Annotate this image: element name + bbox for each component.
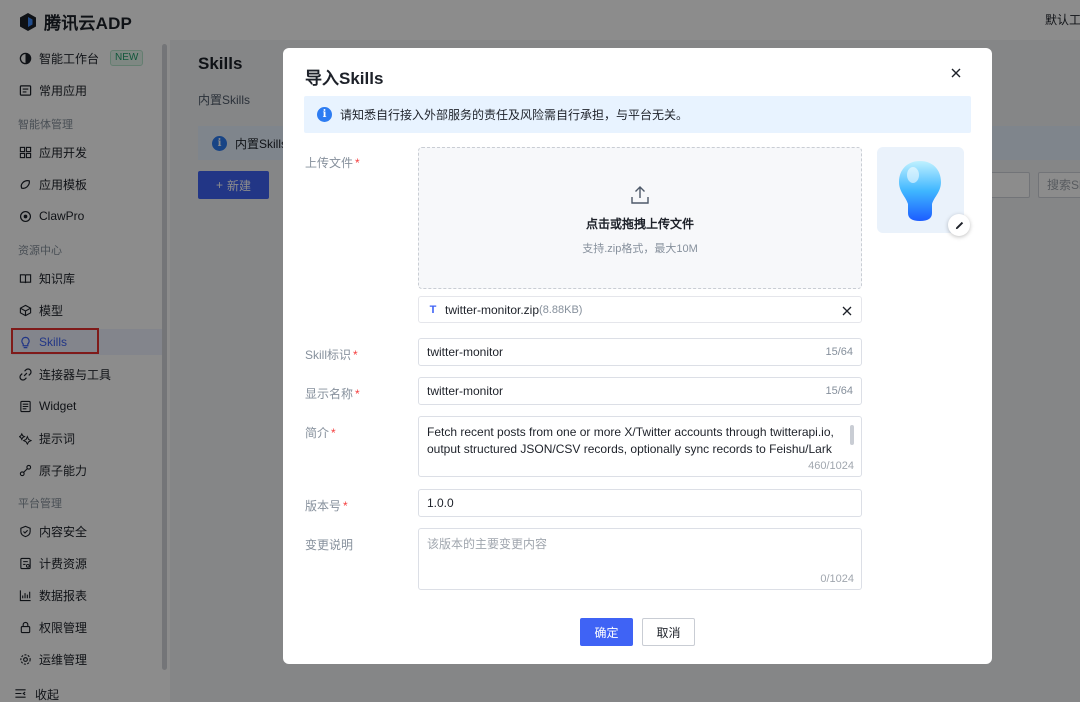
skill-id-label: Skill标识 * bbox=[305, 348, 358, 362]
pencil-icon bbox=[955, 221, 963, 229]
skill-id-input[interactable]: twitter-monitor 15/64 bbox=[418, 338, 862, 366]
edit-avatar-button[interactable] bbox=[948, 214, 970, 236]
changelog-label: 变更说明 bbox=[305, 538, 354, 552]
uploaded-file: T twitter-monitor.zip (8.88KB) bbox=[418, 296, 862, 323]
changelog-textarea[interactable]: 该版本的主要变更内容 0/1024 bbox=[418, 528, 862, 590]
changelog-counter: 0/1024 bbox=[820, 573, 854, 585]
upload-main-text: 点击或拖拽上传文件 bbox=[585, 217, 694, 231]
intro-label: 简介 * bbox=[305, 426, 336, 440]
upload-dropzone[interactable]: 点击或拖拽上传文件 支持.zip格式，最大10M bbox=[418, 147, 862, 289]
upload-label: 上传文件 * bbox=[305, 156, 360, 170]
remove-file-icon[interactable] bbox=[842, 305, 852, 316]
version-input[interactable]: 1.0.0 bbox=[418, 489, 862, 517]
file-size: (8.88KB) bbox=[539, 303, 583, 316]
file-type-icon: T bbox=[429, 303, 437, 316]
info-icon: i bbox=[317, 107, 332, 122]
confirm-button[interactable]: 确定 bbox=[580, 618, 633, 646]
disclaimer-alert: i 请知悉自行接入外部服务的责任及风险需自行承担，与平台无关。 bbox=[304, 96, 971, 133]
intro-scrollbar[interactable] bbox=[850, 425, 854, 445]
upload-hint-text: 支持.zip格式，最大10M bbox=[582, 243, 698, 255]
cancel-button[interactable]: 取消 bbox=[642, 618, 695, 646]
upload-icon bbox=[629, 184, 651, 206]
dialog-title: 导入Skills bbox=[305, 69, 384, 88]
close-icon[interactable] bbox=[948, 65, 964, 81]
file-name: twitter-monitor.zip bbox=[445, 302, 540, 317]
display-name-label: 显示名称 * bbox=[305, 387, 360, 401]
intro-text: Fetch recent posts from one or more X/Tw… bbox=[427, 425, 834, 456]
version-label: 版本号 * bbox=[305, 499, 348, 513]
alert-text: 请知悉自行接入外部服务的责任及风险需自行承担，与平台无关。 bbox=[340, 108, 689, 122]
intro-textarea[interactable]: Fetch recent posts from one or more X/Tw… bbox=[418, 416, 862, 477]
display-name-counter: 15/64 bbox=[825, 385, 853, 397]
changelog-placeholder: 该版本的主要变更内容 bbox=[427, 537, 548, 551]
import-skills-dialog: 导入Skills i 请知悉自行接入外部服务的责任及风险需自行承担，与平台无关。… bbox=[283, 48, 992, 664]
display-name-input[interactable]: twitter-monitor 15/64 bbox=[418, 377, 862, 405]
intro-counter: 460/1024 bbox=[808, 460, 854, 472]
skill-id-counter: 15/64 bbox=[825, 346, 853, 358]
